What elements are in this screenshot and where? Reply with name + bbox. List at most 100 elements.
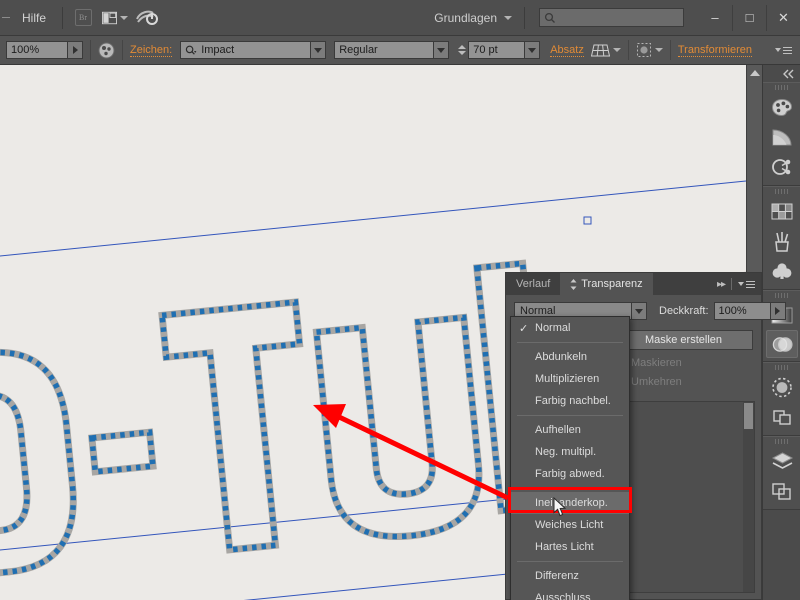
dropdown-item-negativ-multiplizieren[interactable]: Neg. multipl. bbox=[511, 441, 629, 463]
font-family-control[interactable]: Impact bbox=[180, 41, 327, 59]
transform-panel-link[interactable]: Transformieren bbox=[677, 44, 753, 57]
power-swirl-icon bbox=[136, 10, 159, 25]
invert-checkbox-row[interactable]: Umkehren bbox=[614, 376, 753, 388]
dock-icon-color[interactable] bbox=[763, 92, 800, 122]
menu-overflow-indicator bbox=[2, 17, 10, 18]
dock-icon-symbols[interactable] bbox=[763, 152, 800, 182]
font-family-dropdown-button[interactable] bbox=[311, 41, 327, 59]
workspace-switcher[interactable]: Grundlagen bbox=[434, 11, 501, 25]
envelope-distort-button[interactable] bbox=[590, 43, 621, 58]
dropdown-separator-3 bbox=[517, 488, 623, 489]
dropdown-item-differenz[interactable]: Differenz bbox=[511, 565, 629, 587]
chevron-down-icon[interactable] bbox=[654, 48, 663, 52]
dock-icon-pathfinder[interactable] bbox=[763, 402, 800, 432]
dock-icon-artboards[interactable] bbox=[763, 476, 800, 506]
opacity-control: Deckkraft: 100% bbox=[659, 302, 786, 320]
minimize-button[interactable]: – bbox=[698, 5, 732, 31]
dropdown-item-weiches-licht[interactable]: Weiches Licht bbox=[511, 514, 629, 536]
blend-mode-dropdown-button[interactable] bbox=[632, 302, 647, 320]
dock-group-4 bbox=[763, 362, 800, 436]
font-size-control[interactable]: 70 pt bbox=[458, 41, 541, 59]
dock-grip[interactable] bbox=[763, 363, 800, 372]
dock-icon-shapes[interactable] bbox=[763, 256, 800, 286]
dropdown-item-farbig-nachbelichten[interactable]: Farbig nachbel. bbox=[511, 390, 629, 412]
make-mask-button[interactable]: Maske erstellen bbox=[614, 330, 753, 350]
controlbar-divider-3 bbox=[627, 40, 629, 60]
dropdown-item-hartes-licht[interactable]: Hartes Licht bbox=[511, 536, 629, 558]
dock-grip[interactable] bbox=[763, 437, 800, 446]
font-style-field[interactable]: Regular bbox=[334, 41, 435, 59]
opacity-dropdown-button[interactable] bbox=[770, 302, 786, 320]
maximize-button[interactable]: □ bbox=[732, 4, 766, 31]
paragraph-panel-link[interactable]: Absatz bbox=[550, 44, 584, 57]
select-similar-button[interactable] bbox=[636, 42, 663, 58]
font-size-dropdown-button[interactable] bbox=[525, 41, 541, 59]
panel-vertical-scrollbar[interactable] bbox=[743, 402, 754, 592]
scroll-up-button[interactable] bbox=[747, 65, 762, 81]
dropdown-item-abdunkeln[interactable]: Abdunkeln bbox=[511, 346, 629, 368]
tab-verlauf[interactable]: Verlauf bbox=[506, 273, 560, 295]
bridge-icon: Br bbox=[74, 9, 92, 26]
font-family-field[interactable]: Impact bbox=[180, 41, 312, 59]
menu-item-hilfe[interactable]: Hilfe bbox=[10, 0, 58, 36]
panel-menu-button[interactable] bbox=[738, 280, 755, 288]
panel-tab-bar: Verlauf Transparenz ▸▸ bbox=[506, 273, 761, 295]
tab-verlauf-label: Verlauf bbox=[516, 278, 551, 290]
dropdown-item-ineinanderkopieren[interactable]: Ineinanderkop. bbox=[511, 492, 629, 514]
opacity-field[interactable]: 100% bbox=[713, 302, 771, 320]
dropdown-item-ausschluss[interactable]: Ausschluss bbox=[511, 587, 629, 600]
dock-grip[interactable] bbox=[763, 83, 800, 92]
close-button[interactable]: ✕ bbox=[766, 4, 800, 31]
go-to-bridge-button[interactable] bbox=[134, 7, 160, 29]
panel-scrollbar-thumb bbox=[744, 403, 753, 429]
controlbar-divider-1 bbox=[90, 40, 91, 60]
chevron-up-icon bbox=[750, 70, 760, 76]
stepper-up-icon[interactable] bbox=[458, 45, 467, 49]
tab-transparenz[interactable]: Transparenz bbox=[560, 273, 653, 295]
dock-grip[interactable] bbox=[763, 291, 800, 300]
font-size-field[interactable]: 70 pt bbox=[468, 41, 526, 59]
perspective-grid-icon bbox=[590, 44, 610, 56]
dock-icon-swatches[interactable] bbox=[763, 196, 800, 226]
dock-icon-layers[interactable] bbox=[763, 446, 800, 476]
stroke-dashed-icon bbox=[772, 377, 792, 397]
swatches-grid-icon bbox=[771, 203, 793, 219]
chevron-down-icon bbox=[314, 47, 323, 53]
dock-grip[interactable] bbox=[763, 187, 800, 196]
font-style-dropdown-button[interactable] bbox=[434, 41, 450, 59]
mask-checkbox-row[interactable]: Maskieren bbox=[614, 357, 753, 369]
collapse-panel-button[interactable]: ▸▸ bbox=[717, 279, 726, 290]
recolor-artwork-button[interactable] bbox=[98, 42, 115, 59]
bridge-button[interactable]: Br bbox=[70, 7, 96, 29]
arrange-documents-button[interactable] bbox=[102, 7, 129, 29]
font-family-value: Impact bbox=[201, 44, 235, 56]
mask-controls: Maske erstellen Maskieren Umkehren bbox=[614, 330, 753, 388]
font-style-control[interactable]: Regular bbox=[334, 41, 450, 59]
font-size-stepper[interactable] bbox=[458, 45, 467, 55]
dock-icon-stroke[interactable] bbox=[763, 372, 800, 402]
character-panel-link[interactable]: Zeichen: bbox=[130, 44, 173, 57]
dock-icon-transparency[interactable] bbox=[766, 330, 798, 358]
dock-group-1 bbox=[763, 82, 800, 186]
selection-dotted-icon bbox=[636, 43, 651, 57]
dock-icon-brushes[interactable] bbox=[763, 226, 800, 256]
dock-expand-button[interactable] bbox=[763, 65, 800, 82]
search-box[interactable] bbox=[539, 8, 684, 27]
dropdown-item-aufhellen[interactable]: Aufhellen bbox=[511, 419, 629, 441]
stepper-down-icon[interactable] bbox=[458, 51, 467, 55]
blend-mode-dropdown-menu[interactable]: Normal Abdunkeln Multiplizieren Farbig n… bbox=[510, 316, 630, 600]
chevron-down-icon[interactable] bbox=[612, 48, 621, 52]
dropdown-item-multiplizieren[interactable]: Multiplizieren bbox=[511, 368, 629, 390]
dropdown-item-farbig-abwedeln[interactable]: Farbig abwed. bbox=[511, 463, 629, 485]
symbols-icon bbox=[772, 159, 791, 175]
dock-icon-gradient-mesh[interactable] bbox=[763, 122, 800, 152]
mask-checkbox-label: Maskieren bbox=[631, 357, 682, 369]
controlbar-menu-button[interactable] bbox=[775, 46, 792, 54]
zoom-field[interactable]: 100% bbox=[6, 41, 68, 59]
menubar-divider-1 bbox=[62, 6, 64, 29]
workspace-chevron-down-icon[interactable] bbox=[504, 15, 512, 20]
zoom-dropdown-button[interactable] bbox=[68, 41, 83, 59]
dropdown-item-normal[interactable]: Normal bbox=[511, 317, 629, 339]
mouse-cursor bbox=[553, 497, 567, 517]
panel-dock bbox=[762, 65, 800, 600]
